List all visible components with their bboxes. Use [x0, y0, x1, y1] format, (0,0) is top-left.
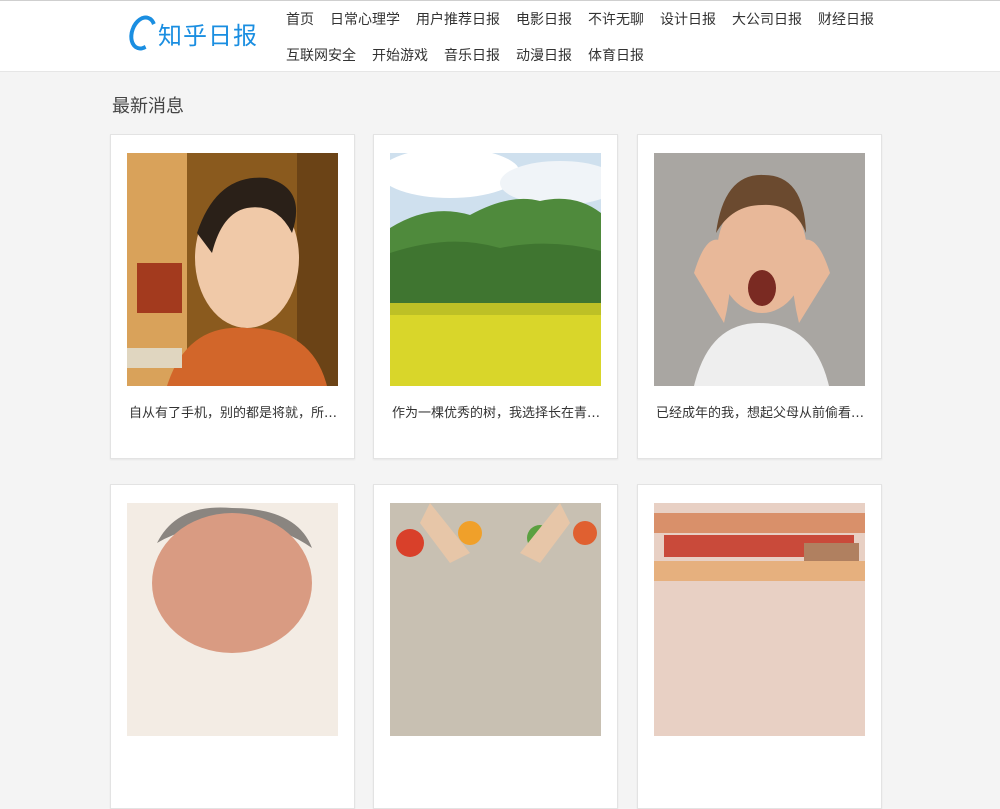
card-title[interactable]: 已经成年的我，想起父母从前偷看… — [656, 402, 864, 421]
logo-c-icon — [124, 11, 162, 55]
card-title[interactable]: 自从有了手机，别的都是将就，所… — [129, 402, 337, 421]
site-header: 知乎日报 首页 日常心理学 用户推荐日报 电影日报 不许无聊 设计日报 大公司日… — [0, 0, 1000, 72]
nav-item-games[interactable]: 开始游戏 — [364, 45, 436, 65]
news-card[interactable]: 作为一棵优秀的树，我选择长在青… — [373, 134, 618, 459]
site-logo[interactable]: 知乎日报 — [124, 11, 258, 55]
card-image[interactable] — [390, 153, 601, 386]
nav-item-psychology[interactable]: 日常心理学 — [322, 9, 408, 29]
card-image[interactable] — [390, 503, 601, 736]
nav-item-home[interactable]: 首页 — [278, 9, 322, 29]
news-card[interactable] — [110, 484, 355, 809]
nav-item-user-recommend[interactable]: 用户推荐日报 — [408, 9, 508, 29]
nav-item-anime[interactable]: 动漫日报 — [508, 45, 580, 65]
news-card[interactable] — [637, 484, 882, 809]
nav-item-big-company[interactable]: 大公司日报 — [724, 9, 810, 29]
main-nav: 首页 日常心理学 用户推荐日报 电影日报 不许无聊 设计日报 大公司日报 财经日… — [278, 1, 878, 73]
nav-item-music[interactable]: 音乐日报 — [436, 45, 508, 65]
news-card[interactable] — [373, 484, 618, 809]
card-image[interactable] — [654, 503, 865, 736]
nav-item-no-boring[interactable]: 不许无聊 — [580, 9, 652, 29]
logo-text: 知乎日报 — [158, 21, 258, 50]
nav-item-movie[interactable]: 电影日报 — [508, 9, 580, 29]
nav-item-finance[interactable]: 财经日报 — [810, 9, 882, 29]
news-card[interactable]: 已经成年的我，想起父母从前偷看… — [637, 134, 882, 459]
nav-item-design[interactable]: 设计日报 — [652, 9, 724, 29]
nav-row-1: 首页 日常心理学 用户推荐日报 电影日报 不许无聊 设计日报 大公司日报 财经日… — [278, 1, 878, 37]
section-title: 最新消息 — [112, 96, 184, 117]
news-card[interactable]: 自从有了手机，别的都是将就，所… — [110, 134, 355, 459]
card-image[interactable] — [127, 153, 338, 386]
nav-row-2: 互联网安全 开始游戏 音乐日报 动漫日报 体育日报 — [278, 37, 878, 73]
nav-item-internet-security[interactable]: 互联网安全 — [278, 45, 364, 65]
card-image[interactable] — [127, 503, 338, 736]
nav-item-sports[interactable]: 体育日报 — [580, 45, 652, 65]
card-title[interactable]: 作为一棵优秀的树，我选择长在青… — [392, 402, 600, 421]
card-image[interactable] — [654, 153, 865, 386]
